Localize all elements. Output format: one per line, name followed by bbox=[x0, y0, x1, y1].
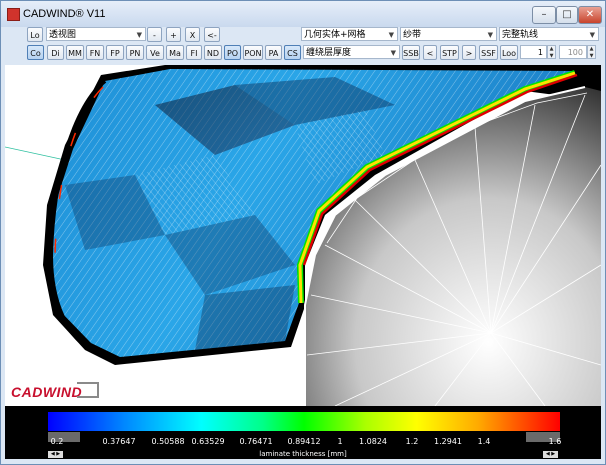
legend-tick: 0.50588 bbox=[151, 437, 185, 446]
di-button[interactable]: Di bbox=[47, 45, 64, 60]
legend-tick: 1.0824 bbox=[359, 437, 387, 446]
x-button[interactable]: X bbox=[185, 27, 200, 42]
band-select-value: 纱带 bbox=[403, 30, 422, 40]
legend-tick: 0.2 bbox=[50, 437, 64, 446]
plus-button[interactable]: + bbox=[166, 27, 181, 42]
cadwind-logo: CADWIND bbox=[11, 384, 83, 400]
legend-tick: 0.76471 bbox=[239, 437, 273, 446]
legend-min-arrows[interactable]: ◀ ▶ bbox=[48, 451, 63, 458]
display-mode-select[interactable]: 几何实体+网格 ▼ bbox=[301, 27, 398, 41]
color-legend: 0.2 0.37647 0.50588 0.63529 0.76471 0.89… bbox=[5, 406, 601, 459]
lo-button[interactable]: Lo bbox=[27, 27, 43, 42]
legend-title: laminate thickness [mm] bbox=[259, 450, 347, 458]
next-step-button[interactable]: > bbox=[462, 45, 476, 60]
ssb-button[interactable]: SSB bbox=[402, 45, 420, 60]
cs-button[interactable]: CS bbox=[284, 45, 301, 60]
legend-tick: 0.37647 bbox=[102, 437, 136, 446]
legend-tick: 1.6 bbox=[548, 437, 562, 446]
ssf-button[interactable]: SSF bbox=[479, 45, 498, 60]
legend-tick: 1 bbox=[337, 437, 343, 446]
fi-button[interactable]: FI bbox=[186, 45, 202, 60]
minimize-button[interactable]: – bbox=[532, 6, 556, 24]
fp-button[interactable]: FP bbox=[106, 45, 124, 60]
mm-button[interactable]: MM bbox=[66, 45, 84, 60]
3d-viewport[interactable] bbox=[5, 65, 601, 406]
thickness-select[interactable]: 缠绕层厚度 ▼ bbox=[303, 45, 400, 59]
stp-button[interactable]: STP bbox=[440, 45, 459, 60]
chevron-down-icon: ▼ bbox=[487, 31, 493, 39]
loop-count-field[interactable]: 1 bbox=[520, 45, 547, 59]
close-button[interactable]: ✕ bbox=[578, 6, 602, 24]
legend-tick: 0.89412 bbox=[287, 437, 321, 446]
legend-tick: 1.2941 bbox=[434, 437, 462, 446]
view-select[interactable]: 透视图 ▼ bbox=[46, 27, 146, 41]
legend-tick: 1.4 bbox=[477, 437, 491, 446]
chevron-down-icon: ▼ bbox=[390, 49, 396, 57]
percent-stepper[interactable]: ▲ ▼ bbox=[587, 45, 596, 59]
nd-button[interactable]: ND bbox=[204, 45, 222, 60]
path-select-value: 完整轨线 bbox=[502, 30, 539, 40]
band-select[interactable]: 纱带 ▼ bbox=[400, 27, 497, 41]
chevron-down-icon: ▼ bbox=[388, 31, 394, 39]
minus-button[interactable]: - bbox=[147, 27, 162, 42]
pa-button[interactable]: PA bbox=[265, 45, 282, 60]
pn-button[interactable]: PN bbox=[126, 45, 144, 60]
fiber-patch bbox=[195, 285, 295, 350]
axis-line bbox=[5, 146, 66, 161]
maximize-button[interactable]: □ bbox=[556, 6, 578, 24]
chevron-down-icon: ▼ bbox=[136, 31, 142, 39]
pon-button[interactable]: PON bbox=[243, 45, 263, 60]
po-button[interactable]: PO bbox=[224, 45, 241, 60]
loop-stepper[interactable]: ▲ ▼ bbox=[547, 45, 556, 59]
legend-gradient-bar bbox=[48, 412, 560, 431]
legend-tick: 1.2 bbox=[405, 437, 419, 446]
fn-button[interactable]: FN bbox=[86, 45, 104, 60]
title-bar: CADWIND® V11 – □ ✕ bbox=[1, 1, 605, 27]
ve-button[interactable]: Ve bbox=[146, 45, 164, 60]
co-button[interactable]: Co bbox=[27, 45, 44, 60]
previous-step-button[interactable]: < bbox=[423, 45, 437, 60]
chevron-down-icon: ▼ bbox=[589, 31, 595, 39]
back-button[interactable]: <- bbox=[204, 27, 220, 42]
cadwind-app-icon bbox=[7, 8, 20, 21]
thickness-select-value: 缠绕层厚度 bbox=[306, 48, 352, 58]
window-title: CADWIND® V11 bbox=[23, 8, 106, 20]
logo-frame bbox=[77, 382, 99, 398]
model-view bbox=[5, 65, 601, 406]
app-window: CADWIND® V11 – □ ✕ Lo 透视图 ▼ - + X <- 几何实… bbox=[0, 0, 606, 465]
toolbar: Lo 透视图 ▼ - + X <- 几何实体+网格 ▼ 纱带 ▼ 完整轨线 ▼ … bbox=[1, 27, 605, 65]
legend-max-arrows[interactable]: ◀ ▶ bbox=[543, 451, 558, 458]
ma-button[interactable]: Ma bbox=[166, 45, 184, 60]
legend-tick: 0.63529 bbox=[191, 437, 225, 446]
loo-button[interactable]: Loo bbox=[500, 45, 518, 60]
view-select-value: 透视图 bbox=[49, 30, 77, 40]
display-mode-value: 几何实体+网格 bbox=[304, 30, 366, 40]
path-select[interactable]: 完整轨线 ▼ bbox=[499, 27, 599, 41]
percent-field[interactable]: 100 bbox=[559, 45, 587, 59]
